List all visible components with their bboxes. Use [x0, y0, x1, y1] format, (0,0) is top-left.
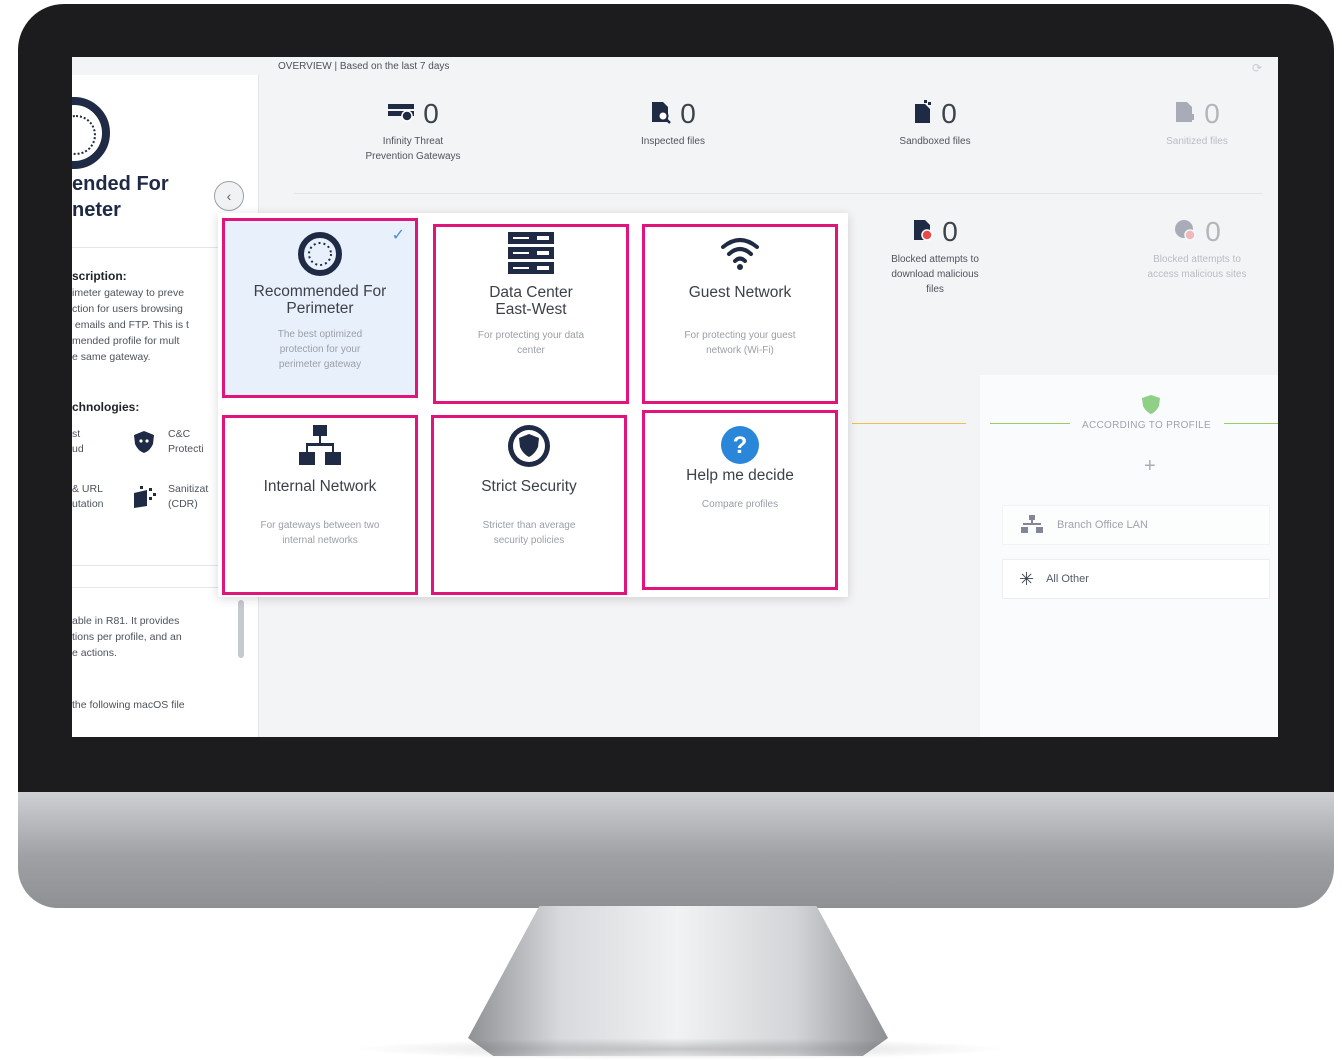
stand-shadow — [350, 1038, 1010, 1060]
divider — [1224, 423, 1278, 424]
stat-value: 0 — [942, 216, 958, 247]
server-icon — [436, 231, 626, 277]
monitor-stand — [468, 906, 888, 1056]
asterisk-icon: ✳ — [1019, 568, 1035, 589]
stat-label: Sanitized files — [1166, 136, 1228, 147]
network-icon — [225, 424, 415, 466]
wifi-icon — [645, 235, 835, 271]
policy-row[interactable]: Branch Office LAN — [1002, 505, 1270, 545]
profile-icon — [72, 97, 110, 169]
stat-label: Blocked attempts to download malicious f… — [891, 254, 979, 295]
divider — [294, 193, 1262, 194]
divider — [990, 423, 1070, 424]
profile-title-line2: neter — [72, 199, 121, 221]
profile-card-internal-network[interactable]: Internal Network For gateways between tw… — [222, 415, 418, 595]
gateway-icon — [387, 102, 415, 127]
blocked-access-icon — [1173, 218, 1197, 247]
policy-row[interactable]: ✳ All Other — [1002, 559, 1270, 599]
profile-card-data-center-east-west[interactable]: Data Center East-West For protecting you… — [433, 224, 629, 404]
stat-value: 0 — [680, 98, 696, 129]
policy-row-label: All Other — [1046, 573, 1089, 585]
stat-gateways: 0 Infinity Threat Prevention Gateways — [318, 97, 508, 164]
profile-picker: ✓ Recommended For Perimeter The best opt… — [218, 213, 848, 597]
profile-shield-icon — [1140, 393, 1162, 420]
inspected-file-icon — [650, 100, 672, 129]
description-text: imeter gateway to preve ction for users … — [72, 287, 189, 363]
card-title: Guest Network — [688, 284, 792, 301]
scrollbar[interactable] — [238, 600, 244, 658]
network-icon — [1019, 514, 1045, 537]
card-title: Internal Network — [263, 478, 377, 495]
blocked-download-icon — [912, 218, 934, 247]
according-to-profile-label: ACCORDING TO PROFILE — [1082, 420, 1211, 431]
stat-sandboxed-files: 0 Sandboxed files — [840, 97, 1030, 149]
card-title: Help me decide — [686, 467, 794, 484]
cnc-shield-icon — [130, 429, 158, 455]
refresh-icon[interactable]: ⟳ — [1252, 61, 1262, 75]
profile-card-help-me-decide[interactable]: ? Help me decide Compare profiles — [642, 410, 838, 590]
stat-blocked-downloads: 0 Blocked attempts to download malicious… — [840, 215, 1030, 297]
stat-inspected-files: 0 Inspected files — [578, 97, 768, 149]
tech-item-label: & URL utation — [72, 483, 104, 510]
monitor-chin — [18, 792, 1334, 908]
card-description: Compare profiles — [701, 499, 779, 510]
stat-sanitized-files: 0 Sanitized files — [1102, 97, 1278, 149]
stat-label: Blocked attempts to access malicious sit… — [1147, 254, 1247, 280]
tech-item-label: Sanitizat (CDR) — [168, 483, 209, 510]
sanitized-file-icon — [1174, 100, 1196, 129]
stat-value: 0 — [1204, 98, 1220, 129]
add-icon[interactable]: + — [1144, 455, 1156, 478]
policy-row-label: Branch Office LAN — [1057, 519, 1148, 531]
card-title: Recommended For Perimeter — [253, 283, 387, 317]
card-description: For protecting your data center — [477, 330, 585, 356]
profile-card-guest-network[interactable]: Guest Network For protecting your guest … — [642, 224, 838, 404]
card-title: Data Center East-West — [489, 284, 573, 318]
shield-icon — [434, 423, 624, 469]
divider — [852, 423, 966, 424]
card-description: For protecting your guest network (Wi-Fi… — [684, 330, 796, 356]
stat-value: 0 — [941, 98, 957, 129]
description-label: scription: — [72, 269, 127, 283]
stat-blocked-sites: 0 Blocked attempts to access malicious s… — [1102, 215, 1278, 282]
perimeter-icon — [225, 231, 415, 277]
stat-label: Inspected files — [641, 136, 705, 147]
stat-label: Sandboxed files — [899, 136, 971, 147]
profile-title-line1: ended For — [72, 173, 169, 195]
card-description: The best optimized protection for your p… — [277, 329, 363, 370]
screen: ended For neter ‹ scription: imeter gate… — [72, 57, 1278, 737]
sandboxed-file-icon — [913, 99, 933, 129]
chevron-left-icon: ‹ — [226, 188, 232, 204]
card-description: For gateways between two internal networ… — [260, 520, 380, 546]
svg-text:?: ? — [733, 432, 748, 459]
stat-value: 0 — [1205, 216, 1221, 247]
overview-title: OVERVIEW | Based on the last 7 days — [278, 61, 450, 72]
cdr-icon — [130, 484, 158, 510]
card-description: Stricter than average security policies — [482, 520, 576, 546]
help-icon: ? — [645, 425, 835, 465]
technologies-label: chnologies: — [72, 400, 140, 414]
release-note-text: able in R81. It provides tions per profi… — [72, 615, 182, 659]
tech-item-label: C&C Protecti — [168, 428, 204, 455]
macos-note-text: the following macOS file — [72, 699, 185, 711]
collapse-button[interactable]: ‹ — [214, 181, 244, 211]
tech-item-label: st ud — [72, 428, 84, 455]
profile-card-strict-security[interactable]: Strict Security Stricter than average se… — [431, 415, 627, 595]
stat-value: 0 — [423, 98, 439, 129]
stat-label: Infinity Threat Prevention Gateways — [365, 136, 461, 162]
card-title: Strict Security — [481, 478, 577, 495]
profile-card-recommended-for-perimeter[interactable]: ✓ Recommended For Perimeter The best opt… — [222, 218, 418, 398]
